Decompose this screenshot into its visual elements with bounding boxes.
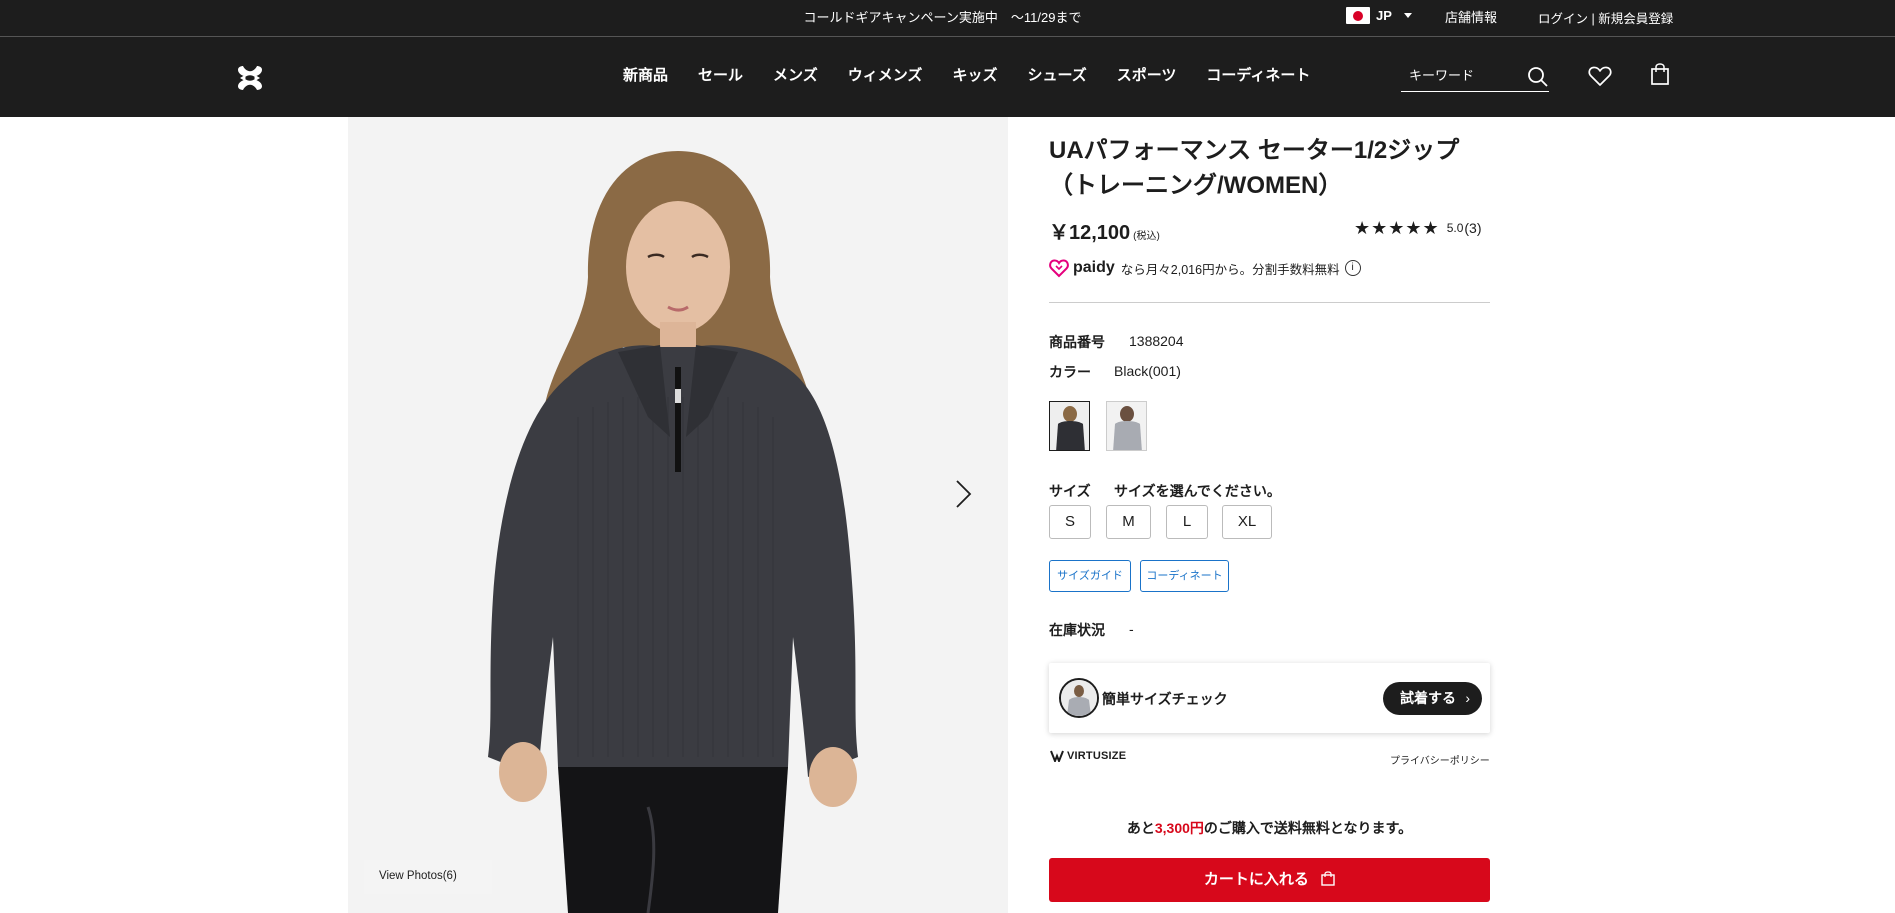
paidy-heart-icon	[1049, 259, 1069, 278]
try-on-label: 試着する	[1400, 690, 1456, 706]
color-label: カラー	[1049, 364, 1091, 380]
search-box	[1401, 62, 1549, 92]
country-code: JP	[1376, 8, 1392, 23]
size-label: サイズ	[1049, 483, 1091, 499]
nav-item-shoes[interactable]: シューズ	[1027, 64, 1086, 85]
product-title-line1: UAパフォーマンス セーター1/2ジップ	[1049, 137, 1460, 164]
paidy-logo: paidy	[1049, 258, 1115, 278]
product-title: UAパフォーマンス セーター1/2ジップ （トレーニング/WOMEN）	[1049, 133, 1490, 203]
shipping-prefix: あと	[1126, 820, 1155, 836]
rating-score: 5.0	[1446, 221, 1464, 235]
paidy-brand: paidy	[1073, 259, 1115, 276]
login-register-link[interactable]: ログイン | 新規会員登録	[1538, 8, 1673, 27]
stock-label: 在庫状況	[1049, 622, 1105, 638]
main-nav: 新商品 セール メンズ ウィメンズ キッズ シューズ スポーツ コーディネート	[623, 64, 1340, 85]
country-selector[interactable]: JP	[1346, 7, 1412, 24]
color-swatch-gray[interactable]	[1106, 401, 1147, 451]
shipping-suffix: のご購入で送料無料となります。	[1203, 820, 1413, 836]
product-number-label: 商品番号	[1049, 334, 1105, 350]
nav-item-sports[interactable]: スポーツ	[1117, 64, 1177, 85]
info-icon[interactable]: i	[1344, 260, 1361, 276]
product-image-gallery[interactable]	[348, 117, 1008, 913]
promo-text[interactable]: コールドギアキャンペーン実施中 ～11/29まで	[804, 10, 1082, 25]
nav-item-mens[interactable]: メンズ	[773, 64, 818, 85]
swatch-black-image	[1050, 402, 1089, 450]
virtusize-brand-text: VIRTUSIZE	[1067, 750, 1127, 762]
nav-item-coordinate[interactable]: コーディネート	[1206, 64, 1310, 85]
color-value: Black(001)	[1114, 363, 1181, 379]
virtusize-brand: VIRTUSIZE	[1050, 750, 1126, 762]
bag-icon	[1321, 871, 1335, 886]
swatch-gray-image	[1107, 402, 1146, 450]
virtusize-avatar	[1059, 678, 1099, 718]
color-swatch-black[interactable]	[1049, 401, 1090, 451]
stock-value: -	[1129, 621, 1134, 637]
heart-icon[interactable]	[1588, 65, 1612, 87]
next-image-arrow-icon[interactable]	[952, 479, 974, 509]
free-shipping-note: あと3,300円のご購入で送料無料となります。	[1049, 818, 1490, 838]
add-to-cart-button[interactable]: カートに入れる	[1049, 858, 1490, 902]
nav-item-new[interactable]: 新商品	[623, 64, 668, 85]
product-price: ￥12,100 (税込)	[1049, 216, 1160, 245]
view-photos-button[interactable]: View Photos(6)	[364, 860, 492, 894]
size-option-xl[interactable]: XL	[1222, 505, 1272, 539]
nav-item-womens[interactable]: ウィメンズ	[848, 64, 923, 85]
try-on-button[interactable]: 試着する ›	[1383, 682, 1482, 715]
coordinate-button[interactable]: コーディネート	[1140, 560, 1229, 592]
virtusize-logo-icon	[1050, 750, 1064, 762]
paidy-installment: paidy なら月々2,016円から。分割手数料無料 i	[1049, 258, 1361, 278]
under-armour-logo-icon[interactable]	[229, 66, 271, 90]
japan-flag-icon	[1346, 7, 1370, 24]
chevron-right-icon: ›	[1465, 690, 1470, 706]
nav-item-kids[interactable]: キッズ	[952, 64, 997, 85]
shipping-amount: 3,300円	[1154, 820, 1204, 836]
caret-down-icon	[1403, 13, 1412, 18]
virtusize-widget[interactable]: 簡単サイズチェック 試着する ›	[1049, 663, 1490, 733]
size-guide-button[interactable]: サイズガイド	[1049, 560, 1131, 592]
product-title-line2: （トレーニング/WOMEN）	[1049, 172, 1343, 199]
search-icon[interactable]	[1527, 66, 1549, 88]
size-check-label: 簡単サイズチェック	[1102, 691, 1228, 707]
main-header: 新商品 セール メンズ ウィメンズ キッズ シューズ スポーツ コーディネート	[0, 37, 1895, 117]
search-input[interactable]	[1401, 62, 1511, 89]
rating-count: (3)	[1464, 220, 1482, 236]
size-option-s[interactable]: S	[1049, 505, 1091, 539]
avatar-image	[1061, 680, 1097, 716]
cart-bag-icon[interactable]	[1650, 63, 1670, 85]
product-photo	[348, 117, 1008, 913]
product-number-value: 1388204	[1129, 333, 1184, 349]
rating-stars-icon: ★★★★★	[1354, 218, 1440, 238]
product-rating[interactable]: ★★★★★ 5.0 (3)	[1354, 219, 1482, 237]
privacy-policy-link[interactable]: プライバシーポリシー	[1390, 752, 1490, 767]
add-to-cart-label: カートに入れる	[1203, 871, 1309, 888]
size-prompt: サイズを選んでください。	[1114, 483, 1281, 499]
tax-note: (税込)	[1133, 231, 1160, 242]
size-option-m[interactable]: M	[1106, 505, 1151, 539]
price-value: ￥12,100	[1049, 222, 1131, 244]
announcement-bar: コールドギアキャンペーン実施中 ～11/29まで JP 店舗情報 ログイン | …	[0, 0, 1895, 37]
divider	[1049, 302, 1490, 303]
nav-item-sale[interactable]: セール	[698, 64, 743, 85]
store-info-link[interactable]: 店舗情報	[1445, 7, 1497, 26]
size-option-l[interactable]: L	[1166, 505, 1208, 539]
paidy-text: なら月々2,016円から。分割手数料無料	[1120, 262, 1340, 277]
